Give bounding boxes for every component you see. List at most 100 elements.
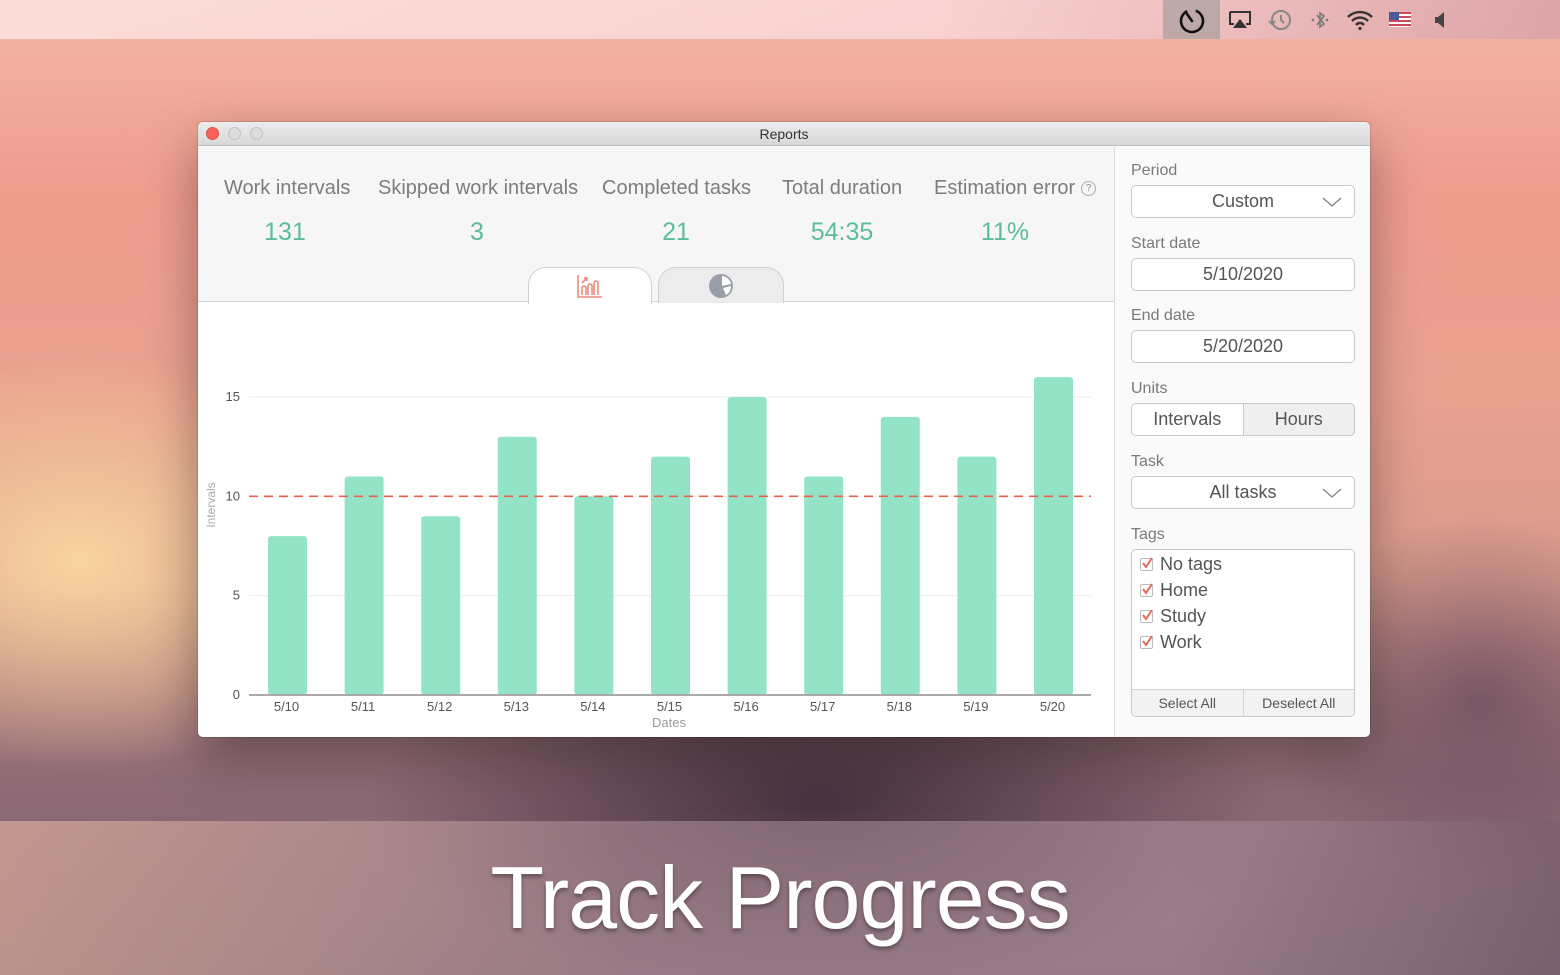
start-date-value: 5/10/2020 — [1202, 264, 1284, 284]
task-value: All tasks — [1209, 482, 1277, 502]
checkbox-checked-icon[interactable] — [1140, 634, 1153, 649]
close-button[interactable] — [206, 127, 219, 140]
bar-5-10 — [268, 536, 307, 695]
y-axis-title: Intervals — [204, 482, 218, 527]
stat-work-intervals: Work intervals 131 — [224, 177, 351, 247]
help-icon[interactable]: ? — [1081, 181, 1097, 197]
tags-list: No tags Home Study Work Select All Desel… — [1131, 549, 1355, 717]
title-bar: Reports — [198, 122, 1370, 146]
time-machine-icon[interactable] — [1260, 0, 1300, 39]
zoom-button[interactable] — [250, 127, 263, 140]
us-flag-icon[interactable] — [1380, 0, 1420, 39]
bar-5-16 — [727, 397, 767, 695]
minimize-button[interactable] — [228, 127, 241, 140]
filters-sidebar: Period Custom Start date 5/10/2020 End d… — [1114, 147, 1370, 737]
stat-total-duration: Total duration 54:35 — [782, 177, 902, 247]
bar-5-13 — [497, 436, 537, 695]
units-hours-button[interactable]: Hours — [1243, 404, 1354, 435]
end-date-field[interactable]: 5/20/2020 — [1131, 330, 1355, 363]
tag-label: Study — [1160, 605, 1207, 626]
y-tick-label: 15 — [226, 389, 240, 404]
menu-bar — [0, 0, 1560, 39]
tag-label: No tags — [1160, 553, 1223, 574]
x-tick-label: 5/11 — [351, 699, 375, 714]
end-date-value: 5/20/2020 — [1202, 336, 1284, 356]
units-intervals-button[interactable]: Intervals — [1132, 404, 1244, 435]
wifi-icon[interactable] — [1340, 0, 1380, 39]
report-main: Work intervals 131 Skipped work interval… — [198, 147, 1114, 737]
stat-label: Total duration — [782, 177, 903, 199]
tags-label: Tags — [1131, 526, 1165, 543]
chart-tabs — [528, 267, 788, 304]
stat-value: 131 — [264, 218, 306, 246]
chevron-down-icon — [1322, 477, 1342, 508]
units-label: Units — [1131, 380, 1168, 397]
x-tick-label: 5/16 — [733, 699, 758, 714]
start-date-field[interactable]: 5/10/2020 — [1131, 258, 1355, 291]
y-tick-label: 10 — [226, 488, 240, 503]
stat-label: Estimation error — [934, 177, 1076, 199]
tag-item-home[interactable]: Home — [1132, 577, 1354, 603]
chevron-down-icon — [1322, 186, 1342, 217]
bar-5-18 — [880, 416, 920, 695]
end-date-label: End date — [1131, 307, 1196, 324]
bar-5-20 — [1034, 377, 1073, 695]
tab-bar-chart[interactable] — [528, 267, 652, 304]
checkbox-checked-icon[interactable] — [1140, 556, 1153, 571]
timer-icon[interactable] — [1163, 0, 1220, 39]
y-tick-label: 0 — [233, 687, 240, 702]
chart-svg: 0 5 10 15 5/10 5/11 5/12 5/13 5/14 5/15 5/16 5/17 5/… — [204, 377, 1091, 730]
bar-5-19 — [957, 456, 997, 695]
pie-chart-icon — [709, 273, 733, 298]
window-title: Reports — [759, 126, 809, 142]
x-tick-label: 5/18 — [887, 699, 912, 714]
bar-5-14 — [574, 496, 614, 695]
tag-item-work[interactable]: Work — [1132, 629, 1354, 655]
stat-label: Skipped work intervals — [378, 177, 579, 199]
bar-5-17 — [804, 476, 844, 695]
x-axis-title: Dates — [652, 715, 686, 730]
x-tick-label: 5/20 — [1040, 699, 1065, 714]
deselect-all-button[interactable]: Deselect All — [1244, 690, 1355, 716]
bar-chart-icon — [577, 275, 602, 298]
stat-estimation-error: Estimation error? 11% — [934, 177, 1097, 247]
tag-label: Home — [1160, 579, 1209, 600]
x-tick-label: 5/12 — [427, 699, 452, 714]
volume-icon[interactable] — [1420, 0, 1460, 39]
task-label: Task — [1131, 453, 1164, 470]
stat-skipped-work-intervals: Skipped work intervals 3 — [378, 177, 579, 247]
stat-value: 3 — [470, 218, 484, 246]
start-date-label: Start date — [1131, 235, 1201, 252]
stat-value: 54:35 — [810, 218, 874, 246]
period-dropdown[interactable]: Custom — [1131, 185, 1355, 218]
x-tick-label: 5/14 — [580, 699, 605, 714]
x-tick-label: 5/15 — [657, 699, 682, 714]
bar-5-11 — [344, 476, 384, 695]
stat-completed-tasks: Completed tasks 21 — [602, 177, 751, 247]
stat-label: Completed tasks — [602, 177, 751, 199]
period-value: Custom — [1211, 191, 1274, 211]
stat-value: 21 — [662, 218, 690, 246]
x-tick-label: 5/19 — [963, 699, 988, 714]
reports-window: Reports Work intervals 131 Skipped work … — [198, 122, 1370, 737]
airplay-icon[interactable] — [1220, 0, 1260, 39]
stat-value: 11% — [980, 218, 1030, 246]
period-label: Period — [1131, 162, 1178, 179]
stat-label: Work intervals — [224, 177, 351, 199]
select-all-button[interactable]: Select All — [1132, 690, 1244, 716]
caption-title: Track Progress — [490, 848, 1070, 947]
tag-item-no-tags[interactable]: No tags — [1132, 551, 1354, 577]
caption-band: Track Progress — [0, 821, 1560, 975]
summary-panel: Work intervals 131 Skipped work interval… — [198, 147, 1114, 304]
x-tick-label: 5/13 — [504, 699, 529, 714]
bluetooth-icon[interactable] — [1300, 0, 1340, 39]
units-segmented-control: Intervals Hours — [1131, 403, 1355, 436]
checkbox-checked-icon[interactable] — [1140, 582, 1153, 597]
x-tick-label: 5/10 — [274, 699, 299, 714]
x-tick-label: 5/17 — [810, 699, 835, 714]
tag-item-study[interactable]: Study — [1132, 603, 1354, 629]
task-dropdown[interactable]: All tasks — [1131, 476, 1355, 509]
bar-5-12 — [421, 516, 461, 695]
checkbox-checked-icon[interactable] — [1140, 608, 1153, 623]
tab-pie-chart[interactable] — [658, 267, 784, 303]
